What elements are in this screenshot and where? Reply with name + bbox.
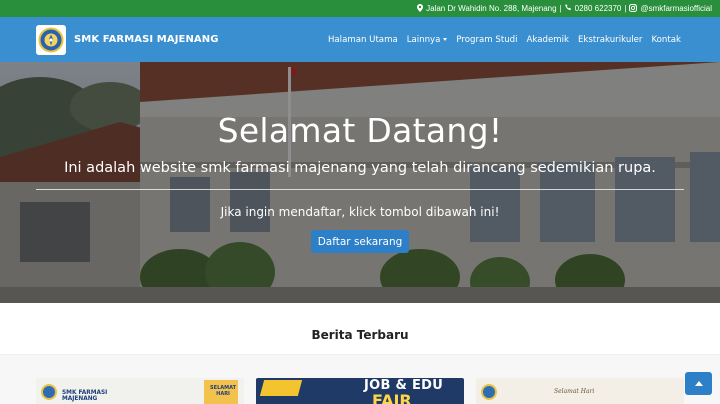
hero-section: Selamat Datang! Ini adalah website smk f… xyxy=(0,62,720,303)
card-banner-text: SELAMAT HARI xyxy=(210,385,236,397)
top-info-bar: Jalan Dr Wahidin No. 288, Majenang | 028… xyxy=(0,0,720,17)
phone-icon xyxy=(564,4,572,13)
hero-divider xyxy=(36,189,684,190)
nav-item-ekstrakurikuler[interactable]: Ekstrakurikuler xyxy=(578,35,643,45)
back-to-top-button[interactable] xyxy=(685,372,712,395)
news-card-2[interactable]: JOB & EDU FAIR xyxy=(256,378,464,404)
map-marker-icon xyxy=(417,3,424,14)
card-script-text: Selamat Hari xyxy=(554,388,595,395)
card-logo-text: SMK FARMASI MAJENANG xyxy=(62,390,108,403)
instagram-text[interactable]: @smkfarmasiofficial xyxy=(640,4,712,13)
hero-content: Selamat Datang! Ini adalah website smk f… xyxy=(0,62,720,303)
separator: | xyxy=(559,4,562,13)
nav-item-akademik[interactable]: Akademik xyxy=(527,35,569,45)
nav-item-kontak[interactable]: Kontak xyxy=(651,35,681,45)
separator: | xyxy=(624,4,627,13)
school-logo[interactable] xyxy=(36,24,66,55)
caret-down-icon xyxy=(443,38,448,41)
nav-item-halaman-utama[interactable]: Halaman Utama xyxy=(328,35,398,45)
address-text: Jalan Dr Wahidin No. 288, Majenang xyxy=(426,4,557,13)
card-tag xyxy=(259,380,303,396)
school-logo xyxy=(41,384,57,400)
arrow-up-icon xyxy=(694,381,703,386)
brand-name[interactable]: SMK FARMASI MAJENANG xyxy=(74,34,219,45)
main-nav: Halaman Utama Lainnya Program Studi Akad… xyxy=(328,17,681,62)
hero-subtitle: Jika ingin mendaftar, klick tombol dibaw… xyxy=(220,205,500,219)
nav-item-lainnya[interactable]: Lainnya xyxy=(407,35,448,45)
hero-title: Selamat Datang! xyxy=(217,111,503,150)
nav-item-program-studi[interactable]: Program Studi xyxy=(456,35,517,45)
brand[interactable]: SMK FARMASI MAJENANG xyxy=(36,24,219,55)
hero-lead: Ini adalah website smk farmasi majenang … xyxy=(64,160,656,176)
card-subline: FAIR xyxy=(372,391,412,404)
school-logo xyxy=(481,384,497,400)
news-card-1[interactable]: SMK FARMASI MAJENANG SELAMAT HARI xyxy=(36,378,244,404)
phone-text: 0280 622370 xyxy=(574,4,622,13)
navbar: SMK FARMASI MAJENANG Halaman Utama Lainn… xyxy=(0,17,720,62)
register-button[interactable]: Daftar sekarang xyxy=(311,230,409,253)
news-section-title: Berita Terbaru xyxy=(311,328,409,342)
instagram-icon[interactable] xyxy=(629,3,638,14)
news-card-3[interactable]: Selamat Hari xyxy=(476,378,684,404)
